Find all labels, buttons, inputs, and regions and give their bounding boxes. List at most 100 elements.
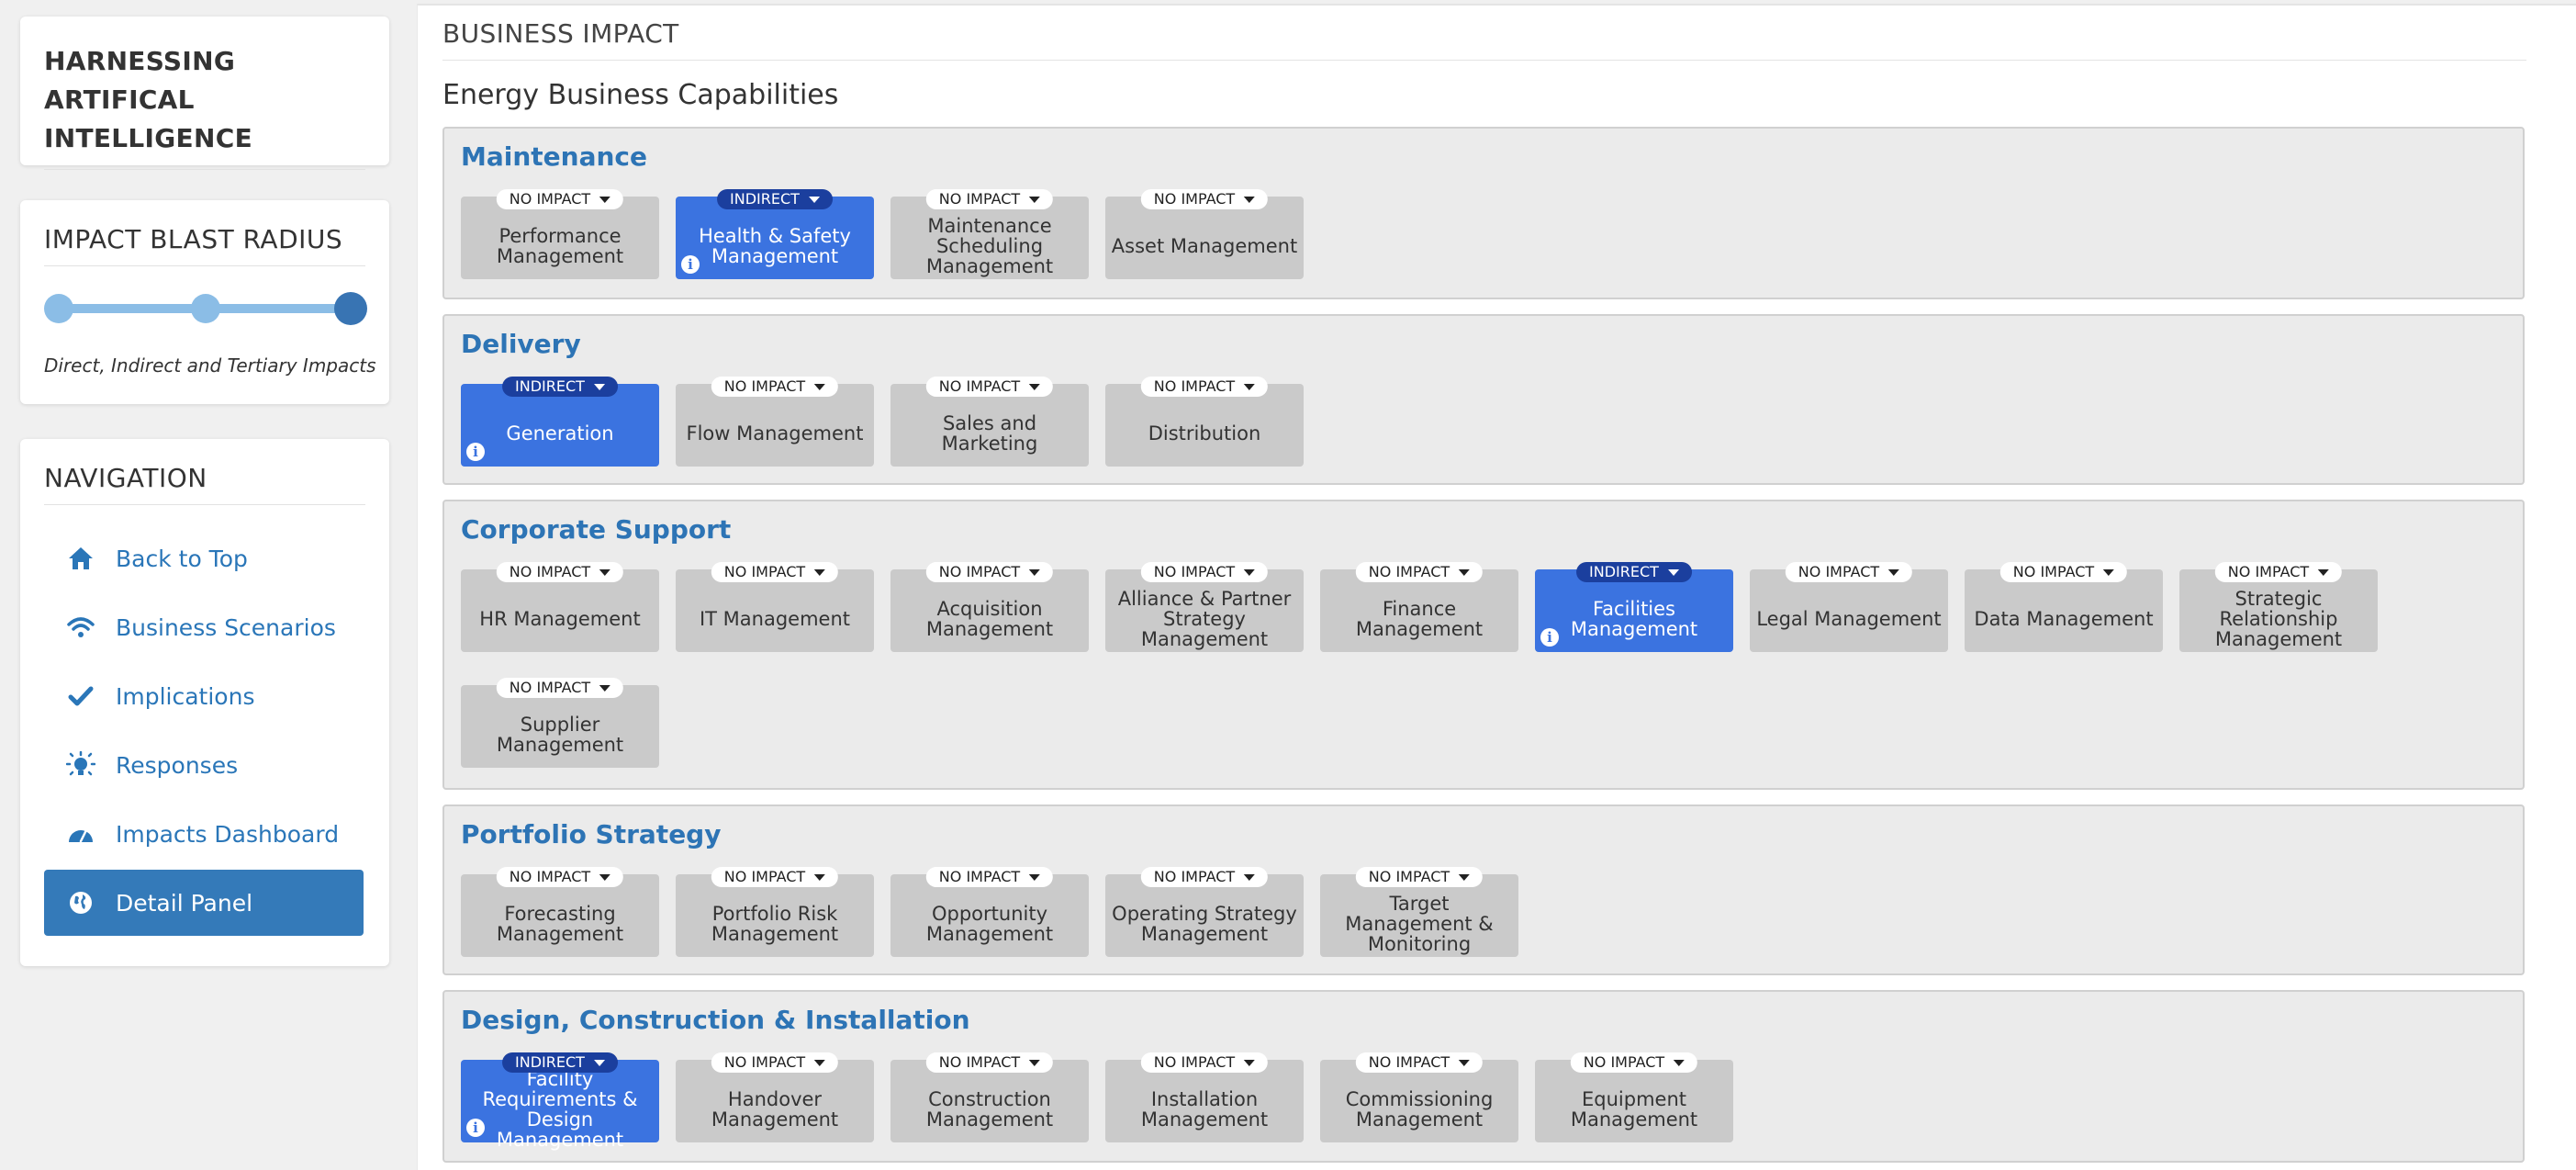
impact-dropdown[interactable]: NO IMPACT <box>1140 1052 1269 1073</box>
impact-dropdown[interactable]: NO IMPACT <box>925 377 1054 397</box>
impact-dropdown[interactable]: NO IMPACT <box>496 562 624 582</box>
impact-dropdown[interactable]: NO IMPACT <box>711 1052 839 1073</box>
capability-tile[interactable]: INDIRECT Health & Safety Management i <box>676 189 874 279</box>
capability-label: Sales and Marketing <box>941 412 1038 455</box>
caret-down-icon <box>1244 568 1256 576</box>
nav-item-impacts-dashboard[interactable]: Impacts Dashboard <box>44 801 364 867</box>
impact-dropdown[interactable]: INDIRECT <box>1576 562 1692 582</box>
info-icon[interactable]: i <box>466 1119 485 1137</box>
section-title: Design, Construction & Installation <box>461 1005 970 1035</box>
info-icon[interactable]: i <box>681 255 700 274</box>
capability-label: Handover Management <box>711 1088 839 1131</box>
capability-label: Equipment Management <box>1570 1088 1698 1131</box>
capability-tile[interactable]: INDIRECT Facility Requirements & Design M… <box>461 1052 659 1150</box>
capability-tile[interactable]: NO IMPACT Finance Management <box>1320 562 1518 652</box>
capability-tile[interactable]: NO IMPACT Portfolio Risk Management <box>676 867 874 957</box>
nav-item-detail-panel[interactable]: Detail Panel <box>44 870 364 936</box>
capability-tile[interactable]: NO IMPACT Operating Strategy Management <box>1105 867 1304 957</box>
dashboard-icon <box>66 819 95 849</box>
caret-down-icon <box>599 684 611 692</box>
caret-down-icon <box>1244 383 1256 390</box>
impact-level-label: INDIRECT <box>515 1053 585 1071</box>
impact-dropdown[interactable]: NO IMPACT <box>496 189 624 209</box>
capability-tile[interactable]: NO IMPACT Performance Management <box>461 189 659 279</box>
capability-label: Alliance & Partner Strategy Management <box>1117 588 1292 650</box>
impact-dropdown[interactable]: NO IMPACT <box>711 377 839 397</box>
impact-dropdown[interactable]: NO IMPACT <box>1140 377 1269 397</box>
slider-knob-tertiary[interactable] <box>334 292 367 325</box>
capability-tile[interactable]: NO IMPACT HR Management <box>461 562 659 652</box>
impact-dropdown[interactable]: NO IMPACT <box>496 678 624 698</box>
capability-tile[interactable]: NO IMPACT Opportunity Management <box>890 867 1089 957</box>
capability-tile[interactable]: NO IMPACT Maintenance Scheduling Manageme… <box>890 189 1089 279</box>
nav-item-business-scenarios[interactable]: Business Scenarios <box>44 594 364 660</box>
impact-dropdown[interactable]: NO IMPACT <box>1570 1052 1698 1073</box>
caret-down-icon <box>1459 568 1471 576</box>
blast-radius-slider[interactable] <box>44 292 367 325</box>
capability-tile[interactable]: NO IMPACT Equipment Management <box>1535 1052 1733 1142</box>
impact-level-label: NO IMPACT <box>2012 563 2095 580</box>
impact-level-label: NO IMPACT <box>938 868 1021 885</box>
slider-knob-direct[interactable] <box>44 294 73 323</box>
capability-tile[interactable]: NO IMPACT Flow Management <box>676 377 874 467</box>
caret-down-icon <box>1029 196 1041 203</box>
capability-tile[interactable]: NO IMPACT Acquisition Management <box>890 562 1089 652</box>
impact-dropdown[interactable]: NO IMPACT <box>1355 1052 1484 1073</box>
nav-item-implications[interactable]: Implications <box>44 663 364 729</box>
caret-down-icon <box>1029 383 1041 390</box>
impact-level-label: NO IMPACT <box>1153 868 1236 885</box>
capability-tile[interactable]: NO IMPACT Data Management <box>1965 562 2163 652</box>
impact-dropdown[interactable]: NO IMPACT <box>1355 867 1484 887</box>
capability-tile[interactable]: INDIRECT Facilities Management i <box>1535 562 1733 652</box>
capability-tile[interactable]: NO IMPACT Asset Management <box>1105 189 1304 279</box>
impact-dropdown[interactable]: NO IMPACT <box>1785 562 1913 582</box>
capability-tile[interactable]: NO IMPACT Distribution <box>1105 377 1304 467</box>
impact-dropdown[interactable]: NO IMPACT <box>2214 562 2343 582</box>
nav-item-back-to-top[interactable]: Back to Top <box>44 525 364 591</box>
capability-tile[interactable]: NO IMPACT Target Management & Monitoring <box>1320 867 1518 957</box>
impact-level-label: INDIRECT <box>515 377 585 395</box>
capability-label: Forecasting Management <box>496 903 624 945</box>
capability-tile[interactable]: NO IMPACT Construction Management <box>890 1052 1089 1142</box>
info-icon[interactable]: i <box>1540 628 1559 647</box>
app-title-card: HARNESSING ARTIFICAL INTELLIGENCE <box>20 17 389 170</box>
capability-tile[interactable]: NO IMPACT Installation Management <box>1105 1052 1304 1142</box>
impact-dropdown[interactable]: INDIRECT <box>717 189 833 209</box>
impact-dropdown[interactable]: NO IMPACT <box>1140 867 1269 887</box>
section-title: Delivery <box>461 329 581 359</box>
impact-level-label: NO IMPACT <box>1368 1053 1450 1071</box>
impact-dropdown[interactable]: INDIRECT <box>502 377 618 397</box>
impact-dropdown[interactable]: NO IMPACT <box>1355 562 1484 582</box>
capability-tile[interactable]: NO IMPACT Supplier Management <box>461 678 659 768</box>
capability-tile[interactable]: NO IMPACT Handover Management <box>676 1052 874 1142</box>
capability-label: Facility Requirements & Design Managemen… <box>482 1068 638 1151</box>
nav-item-responses[interactable]: Responses <box>44 732 364 798</box>
info-icon[interactable]: i <box>466 443 485 461</box>
caret-down-icon <box>2103 568 2115 576</box>
capability-tile[interactable]: NO IMPACT Strategic Relationship Manageme… <box>2179 562 2378 652</box>
impact-dropdown[interactable]: INDIRECT <box>502 1052 618 1073</box>
impact-level-label: NO IMPACT <box>938 377 1021 395</box>
capability-label: Strategic Relationship Management <box>2214 588 2343 650</box>
capability-tile[interactable]: NO IMPACT Legal Management <box>1750 562 1948 652</box>
capability-tile[interactable]: INDIRECT Generation i <box>461 377 659 467</box>
capability-section: Delivery INDIRECT Generation i NO IMPACT Flow… <box>442 314 2525 485</box>
impact-dropdown[interactable]: NO IMPACT <box>925 562 1054 582</box>
capability-tile[interactable]: NO IMPACT Alliance & Partner Strategy Man… <box>1105 562 1304 652</box>
capability-tile[interactable]: NO IMPACT Commissioning Management <box>1320 1052 1518 1142</box>
impact-dropdown[interactable]: NO IMPACT <box>496 867 624 887</box>
impact-dropdown[interactable]: NO IMPACT <box>1140 562 1269 582</box>
impact-dropdown[interactable]: NO IMPACT <box>1140 189 1269 209</box>
impact-dropdown[interactable]: NO IMPACT <box>711 562 839 582</box>
impact-dropdown[interactable]: NO IMPACT <box>925 1052 1054 1073</box>
impact-dropdown[interactable]: NO IMPACT <box>711 867 839 887</box>
capability-tile[interactable]: NO IMPACT IT Management <box>676 562 874 652</box>
impact-level-label: NO IMPACT <box>723 868 806 885</box>
capability-tile[interactable]: NO IMPACT Sales and Marketing <box>890 377 1089 467</box>
impact-dropdown[interactable]: NO IMPACT <box>925 189 1054 209</box>
capability-label: HR Management <box>479 608 641 630</box>
impact-dropdown[interactable]: NO IMPACT <box>1999 562 2128 582</box>
impact-dropdown[interactable]: NO IMPACT <box>925 867 1054 887</box>
slider-knob-indirect[interactable] <box>191 294 220 323</box>
capability-tile[interactable]: NO IMPACT Forecasting Management <box>461 867 659 957</box>
